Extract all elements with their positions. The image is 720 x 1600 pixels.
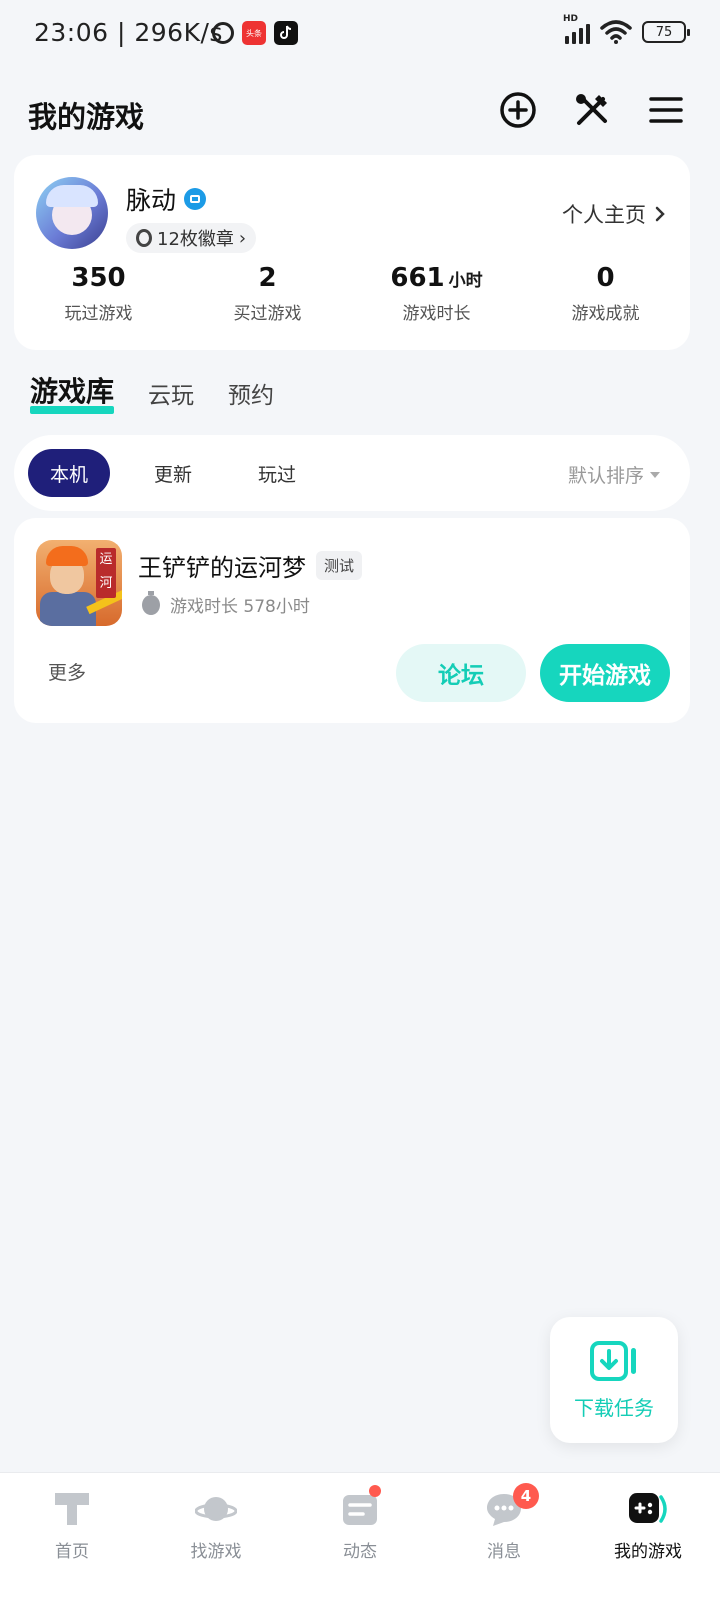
home-icon [55,1493,89,1525]
stat-unit: 小时 [448,271,483,291]
tab-reservations[interactable]: 预约 [228,376,274,410]
filter-chip-played[interactable]: 玩过 [236,449,318,497]
stat-value: 350 [71,263,126,293]
nav-find-games[interactable]: 找游戏 [144,1473,288,1600]
tab-cloud-play[interactable]: 云玩 [148,376,194,410]
wifi-icon [600,20,632,44]
status-notification-icons: 头条 [212,21,298,45]
badges-button[interactable]: 12枚徽章 › [126,223,257,253]
game-playtime: 游戏时长 578小时 [142,590,310,617]
menu-button[interactable] [646,90,686,130]
add-game-button[interactable] [498,90,538,130]
nav-label: 消息 [487,1542,521,1562]
username-row: 脉动 [126,181,207,217]
game-icon[interactable]: 运河 [36,540,122,626]
sort-label: 默认排序 [567,465,644,487]
homepage-label: 个人主页 [562,203,646,227]
game-test-tag: 测试 [316,551,363,580]
playtime-text: 游戏时长 578小时 [170,597,310,617]
filter-chip-local[interactable]: 本机 [28,449,111,497]
gamepad-icon [629,1493,667,1523]
username[interactable]: 脉动 [126,181,176,217]
tab-game-library[interactable]: 游戏库 [30,370,115,414]
stat-label: 游戏时长 [402,304,471,324]
start-game-button[interactable]: 开始游戏 [540,644,670,702]
stat-value: 661 [390,263,445,293]
bottom-nav: 首页 找游戏 动态 4 消息 我的游戏 [0,1472,720,1600]
verified-game-icon [184,188,207,210]
personal-homepage-link[interactable]: 个人主页 [562,199,666,229]
stat-achievements[interactable]: 0 游戏成就 [521,263,690,324]
status-bar: 23:06 | 296K/s 头条 HD 75 [0,0,720,70]
stat-bought-games[interactable]: 2 买过游戏 [183,263,352,324]
profile-stats: 350 玩过游戏 2 买过游戏 661 小时 游戏时长 0 游戏成就 [14,263,690,324]
library-tabs: 游戏库 云玩 预约 [30,370,274,414]
download-icon [590,1340,636,1381]
nav-label: 找游戏 [190,1542,242,1562]
nav-home[interactable]: 首页 [0,1473,144,1600]
stat-label: 玩过游戏 [64,304,133,324]
battery-indicator: 75 [642,21,690,43]
stopwatch-icon [142,590,160,615]
message-count-badge: 4 [513,1483,539,1509]
nav-label: 我的游戏 [614,1542,682,1562]
game-card: 运河 王铲铲的运河梦 测试 游戏时长 578小时 更多 论坛 开始游戏 [14,518,690,723]
caret-down-icon [650,471,660,478]
cellular-signal-icon: HD [563,14,590,44]
medal-icon [136,229,152,247]
stat-value: 2 [258,263,277,293]
sort-dropdown[interactable]: 默认排序 [568,461,660,488]
nav-my-games[interactable]: 我的游戏 [576,1473,720,1600]
avatar[interactable] [36,177,108,249]
nav-label: 动态 [343,1542,377,1562]
hamburger-menu-icon [649,97,683,123]
stat-label: 买过游戏 [233,304,302,324]
stat-label: 游戏成就 [571,304,640,324]
chevron-right-icon [655,206,665,222]
alarm-icon [212,22,234,44]
game-icon-sign: 运河 [96,548,116,598]
game-title[interactable]: 王铲铲的运河梦 [138,548,306,583]
notification-dot [369,1485,381,1497]
stat-played-games[interactable]: 350 玩过游戏 [14,263,183,324]
tools-icon [576,94,607,125]
tiktok-icon [274,21,298,45]
nav-feed[interactable]: 动态 [288,1473,432,1600]
filter-bar: 本机 更新 玩过 默认排序 [14,435,690,511]
planet-icon [195,1497,237,1521]
plus-circle-icon [500,92,536,128]
nav-label: 首页 [55,1542,89,1562]
stat-play-time[interactable]: 661 小时 游戏时长 [352,263,521,324]
forum-button[interactable]: 论坛 [396,644,526,702]
download-tasks-label: 下载任务 [574,1395,654,1420]
status-system-icons: HD 75 [563,14,690,44]
stat-value: 0 [596,263,615,293]
page-title: 我的游戏 [28,100,145,134]
profile-card: 脉动 12枚徽章 › 个人主页 350 玩过游戏 2 买过游戏 661 小时 游戏… [14,155,690,350]
chevron-right-icon: › [238,227,247,249]
filter-chip-updates[interactable]: 更新 [132,449,214,497]
download-tasks-button[interactable]: 下载任务 [550,1317,678,1443]
badges-count: 12枚徽章 [157,229,234,250]
more-button[interactable]: 更多 [48,658,86,685]
nav-messages[interactable]: 4 消息 [432,1473,576,1600]
tools-button[interactable] [572,90,612,130]
page-header: 我的游戏 [0,78,720,148]
status-time: 23:06 | 296K/s [34,18,223,47]
news-app-icon: 头条 [242,21,266,45]
